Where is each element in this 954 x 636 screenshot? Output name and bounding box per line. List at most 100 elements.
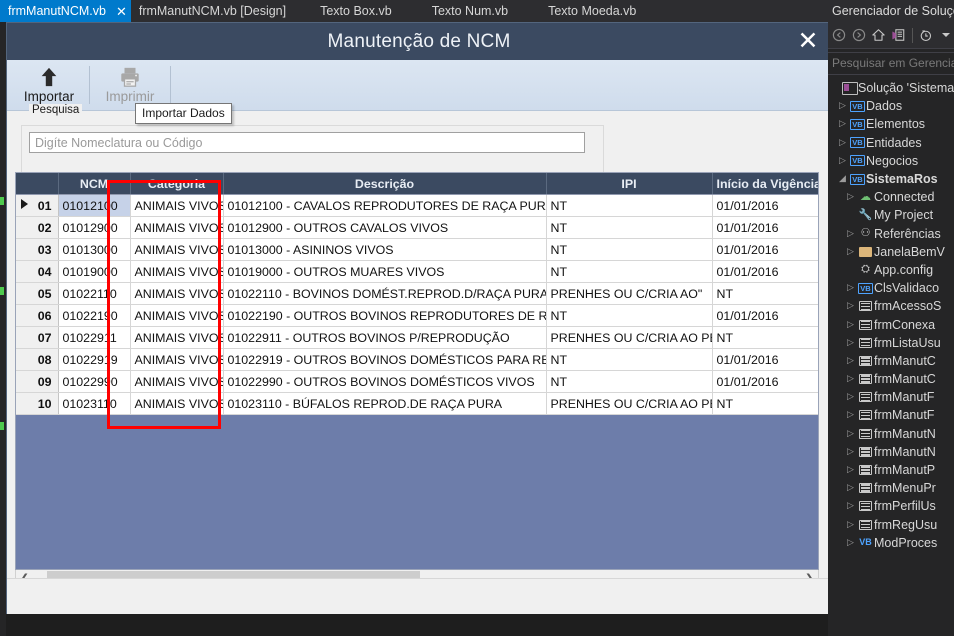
descricao-cell[interactable]: 01023110 - BÚFALOS REPROD.DE RAÇA PURA (223, 392, 547, 415)
solution-tree-item-entidades[interactable]: ▷ VB Entidades (828, 134, 954, 152)
vigencia-cell[interactable]: 01/01/2016 (712, 238, 818, 261)
table-row[interactable]: 10 01023110 ANIMAIS VIVOS 01023110 - BÚFALO… (16, 392, 818, 415)
solution-tree-item-frmmenupr[interactable]: ▷ frmMenuPr (828, 479, 954, 497)
expander-icon[interactable]: ▷ (844, 406, 857, 424)
solution-tree-item-janelabemv[interactable]: ▷ JanelaBemV (828, 243, 954, 261)
expander-icon[interactable]: ▷ (844, 352, 857, 370)
expander-icon[interactable]: ▷ (836, 97, 849, 115)
vigencia-cell[interactable]: NT (712, 392, 818, 415)
tab-texto-moeda-vb[interactable]: Texto Moeda.vb (540, 0, 646, 22)
table-row[interactable]: 03 01013000 ANIMAIS VIVOS 01013000 - ASININ… (16, 238, 818, 261)
categoria-cell[interactable]: ANIMAIS VIVOS (130, 392, 224, 415)
categoria-cell[interactable]: ANIMAIS VIVOS (130, 282, 224, 305)
vigencia-cell[interactable]: 01/01/2016 (712, 216, 818, 239)
categoria-cell[interactable]: ANIMAIS VIVOS (130, 260, 224, 283)
ncm-cell[interactable]: 01012100 (58, 194, 131, 217)
ipi-cell[interactable]: NT (546, 370, 713, 393)
column-header-vigencia[interactable]: Início da Vigência (712, 173, 818, 195)
solution-tree-item-frmlistausu[interactable]: ▷ frmListaUsu (828, 334, 954, 352)
table-row[interactable]: 05 01022110 ANIMAIS VIVOS 01022110 - BOVINO… (16, 282, 818, 305)
ncm-cell[interactable]: 01013000 (58, 238, 131, 261)
solution-tree-item-frmmanutf[interactable]: ▷ frmManutF (828, 388, 954, 406)
pending-changes-icon[interactable] (918, 26, 935, 44)
table-row[interactable]: 04 01019000 ANIMAIS VIVOS 01019000 - OUTROS… (16, 260, 818, 283)
close-icon[interactable]: ✕ (116, 5, 127, 18)
expander-icon[interactable]: ▷ (844, 443, 857, 461)
solution-tree-item-frmacessos[interactable]: ▷ frmAcessoS (828, 297, 954, 315)
solution-tree-item-frmmanutn[interactable]: ▷ frmManutN (828, 425, 954, 443)
ipi-cell[interactable]: NT (546, 260, 713, 283)
solution-view-icon[interactable] (890, 26, 907, 44)
table-row[interactable]: 09 01022990 ANIMAIS VIVOS 01022990 - OUTROS… (16, 370, 818, 393)
column-header-ipi[interactable]: IPI (546, 173, 713, 195)
vigencia-cell[interactable]: 01/01/2016 (712, 370, 818, 393)
categoria-cell[interactable]: ANIMAIS VIVOS (130, 304, 224, 327)
column-header-ncm[interactable]: NCM (58, 173, 131, 195)
row-number-cell[interactable]: 02 (16, 216, 59, 239)
descricao-cell[interactable]: 01022110 - BOVINOS DOMÉST.REPROD.D/RAÇA … (223, 282, 547, 305)
ipi-cell[interactable]: NT (546, 238, 713, 261)
ncm-cell[interactable]: 01012900 (58, 216, 131, 239)
solution-tree-item-frmmanutn[interactable]: ▷ frmManutN (828, 443, 954, 461)
solution-tree-item-negocios[interactable]: ▷ VB Negocios (828, 152, 954, 170)
row-number-cell[interactable]: 07 (16, 326, 59, 349)
tab-texto-num-vb[interactable]: Texto Num.vb (424, 0, 518, 22)
categoria-cell[interactable]: ANIMAIS VIVOS (130, 370, 224, 393)
expander-icon[interactable]: ▷ (844, 534, 857, 552)
expander-icon[interactable]: ▷ (836, 115, 849, 133)
descricao-cell[interactable]: 01013000 - ASININOS VIVOS (223, 238, 547, 261)
expander-icon[interactable]: ▷ (844, 334, 857, 352)
vigencia-cell[interactable]: 01/01/2016 (712, 260, 818, 283)
table-row[interactable]: 08 01022919 ANIMAIS VIVOS 01022919 - OUTROS… (16, 348, 818, 371)
forward-arrow-icon[interactable] (851, 26, 868, 44)
categoria-cell[interactable]: ANIMAIS VIVOS (130, 194, 224, 217)
descricao-cell[interactable]: 01022911 - OUTROS BOVINOS P/REPRODUÇÃO (223, 326, 547, 349)
solution-tree-item-my-project[interactable]: 🔧 My Project (828, 206, 954, 224)
ipi-cell[interactable]: PRENHES OU C/CRIA AO" (546, 282, 713, 305)
expander-icon[interactable]: ▷ (844, 297, 857, 315)
row-number-cell[interactable]: 04 (16, 260, 59, 283)
solution-tree-item-clsvalidaco[interactable]: ▷ VB ClsValidaco (828, 279, 954, 297)
tab-texto-box-vb[interactable]: Texto Box.vb (312, 0, 402, 22)
row-number-cell[interactable]: 10 (16, 392, 59, 415)
row-number-cell[interactable]: 08 (16, 348, 59, 371)
table-row[interactable]: 06 01022190 ANIMAIS VIVOS 01022190 - OUTROS… (16, 304, 818, 327)
solution-tree-item-frmmanutp[interactable]: ▷ frmManutP (828, 461, 954, 479)
solution-explorer-search-input[interactable]: Pesquisar em Gerenciador (828, 52, 954, 75)
close-icon[interactable]: ✕ (795, 28, 821, 55)
solution-tree-item-app-config[interactable]: ⛭ App.config (828, 261, 954, 279)
solution-tree-item-solu-o-sistemaros[interactable]: Solução 'SistemaRos' (828, 79, 954, 97)
vigencia-cell[interactable]: NT (712, 282, 818, 305)
tab-frmmanutncm-vb-design[interactable]: frmManutNCM.vb [Design] (131, 0, 296, 22)
row-number-cell[interactable]: 01 (16, 194, 59, 217)
categoria-cell[interactable]: ANIMAIS VIVOS (130, 348, 224, 371)
chevron-down-icon[interactable] (937, 26, 954, 44)
tab-frmmanutncm-vb[interactable]: frmManutNCM.vb ✕ (0, 0, 131, 22)
solution-tree-item-connected[interactable]: ▷ ☁ Connected (828, 188, 954, 206)
column-header-rownum[interactable] (16, 173, 59, 195)
expander-icon[interactable]: ▷ (844, 388, 857, 406)
expander-icon[interactable]: ▷ (844, 497, 857, 515)
solution-tree-item-dados[interactable]: ▷ VB Dados (828, 97, 954, 115)
ipi-cell[interactable]: PRENHES OU C/CRIA AO PÉ" (546, 326, 713, 349)
vigencia-cell[interactable]: 01/01/2016 (712, 348, 818, 371)
descricao-cell[interactable]: 01022990 - OUTROS BOVINOS DOMÉSTICOS VIV… (223, 370, 547, 393)
row-number-cell[interactable]: 03 (16, 238, 59, 261)
descricao-cell[interactable]: 01022190 - OUTROS BOVINOS REPRODUTORES D… (223, 304, 547, 327)
ipi-cell[interactable]: NT (546, 216, 713, 239)
expander-icon[interactable]: ▷ (844, 188, 857, 206)
back-arrow-icon[interactable] (831, 26, 848, 44)
solution-tree-item-frmperfilus[interactable]: ▷ frmPerfilUs (828, 497, 954, 515)
solution-tree-item-frmregusu[interactable]: ▷ frmRegUsu (828, 516, 954, 534)
solution-tree-item-frmmanutf[interactable]: ▷ frmManutF (828, 406, 954, 424)
expander-icon[interactable]: ▷ (836, 152, 849, 170)
expander-icon[interactable]: ▷ (844, 279, 857, 297)
solution-tree-item-sistemaros[interactable]: ◢ VB SistemaRos (828, 170, 954, 188)
ncm-cell[interactable]: 01019000 (58, 260, 131, 283)
row-number-cell[interactable]: 06 (16, 304, 59, 327)
vigencia-cell[interactable]: NT (712, 326, 818, 349)
home-icon[interactable] (870, 26, 887, 44)
expander-icon[interactable]: ▷ (836, 134, 849, 152)
descricao-cell[interactable]: 01022919 - OUTROS BOVINOS DOMÉSTICOS PAR… (223, 348, 547, 371)
ipi-cell[interactable]: NT (546, 304, 713, 327)
